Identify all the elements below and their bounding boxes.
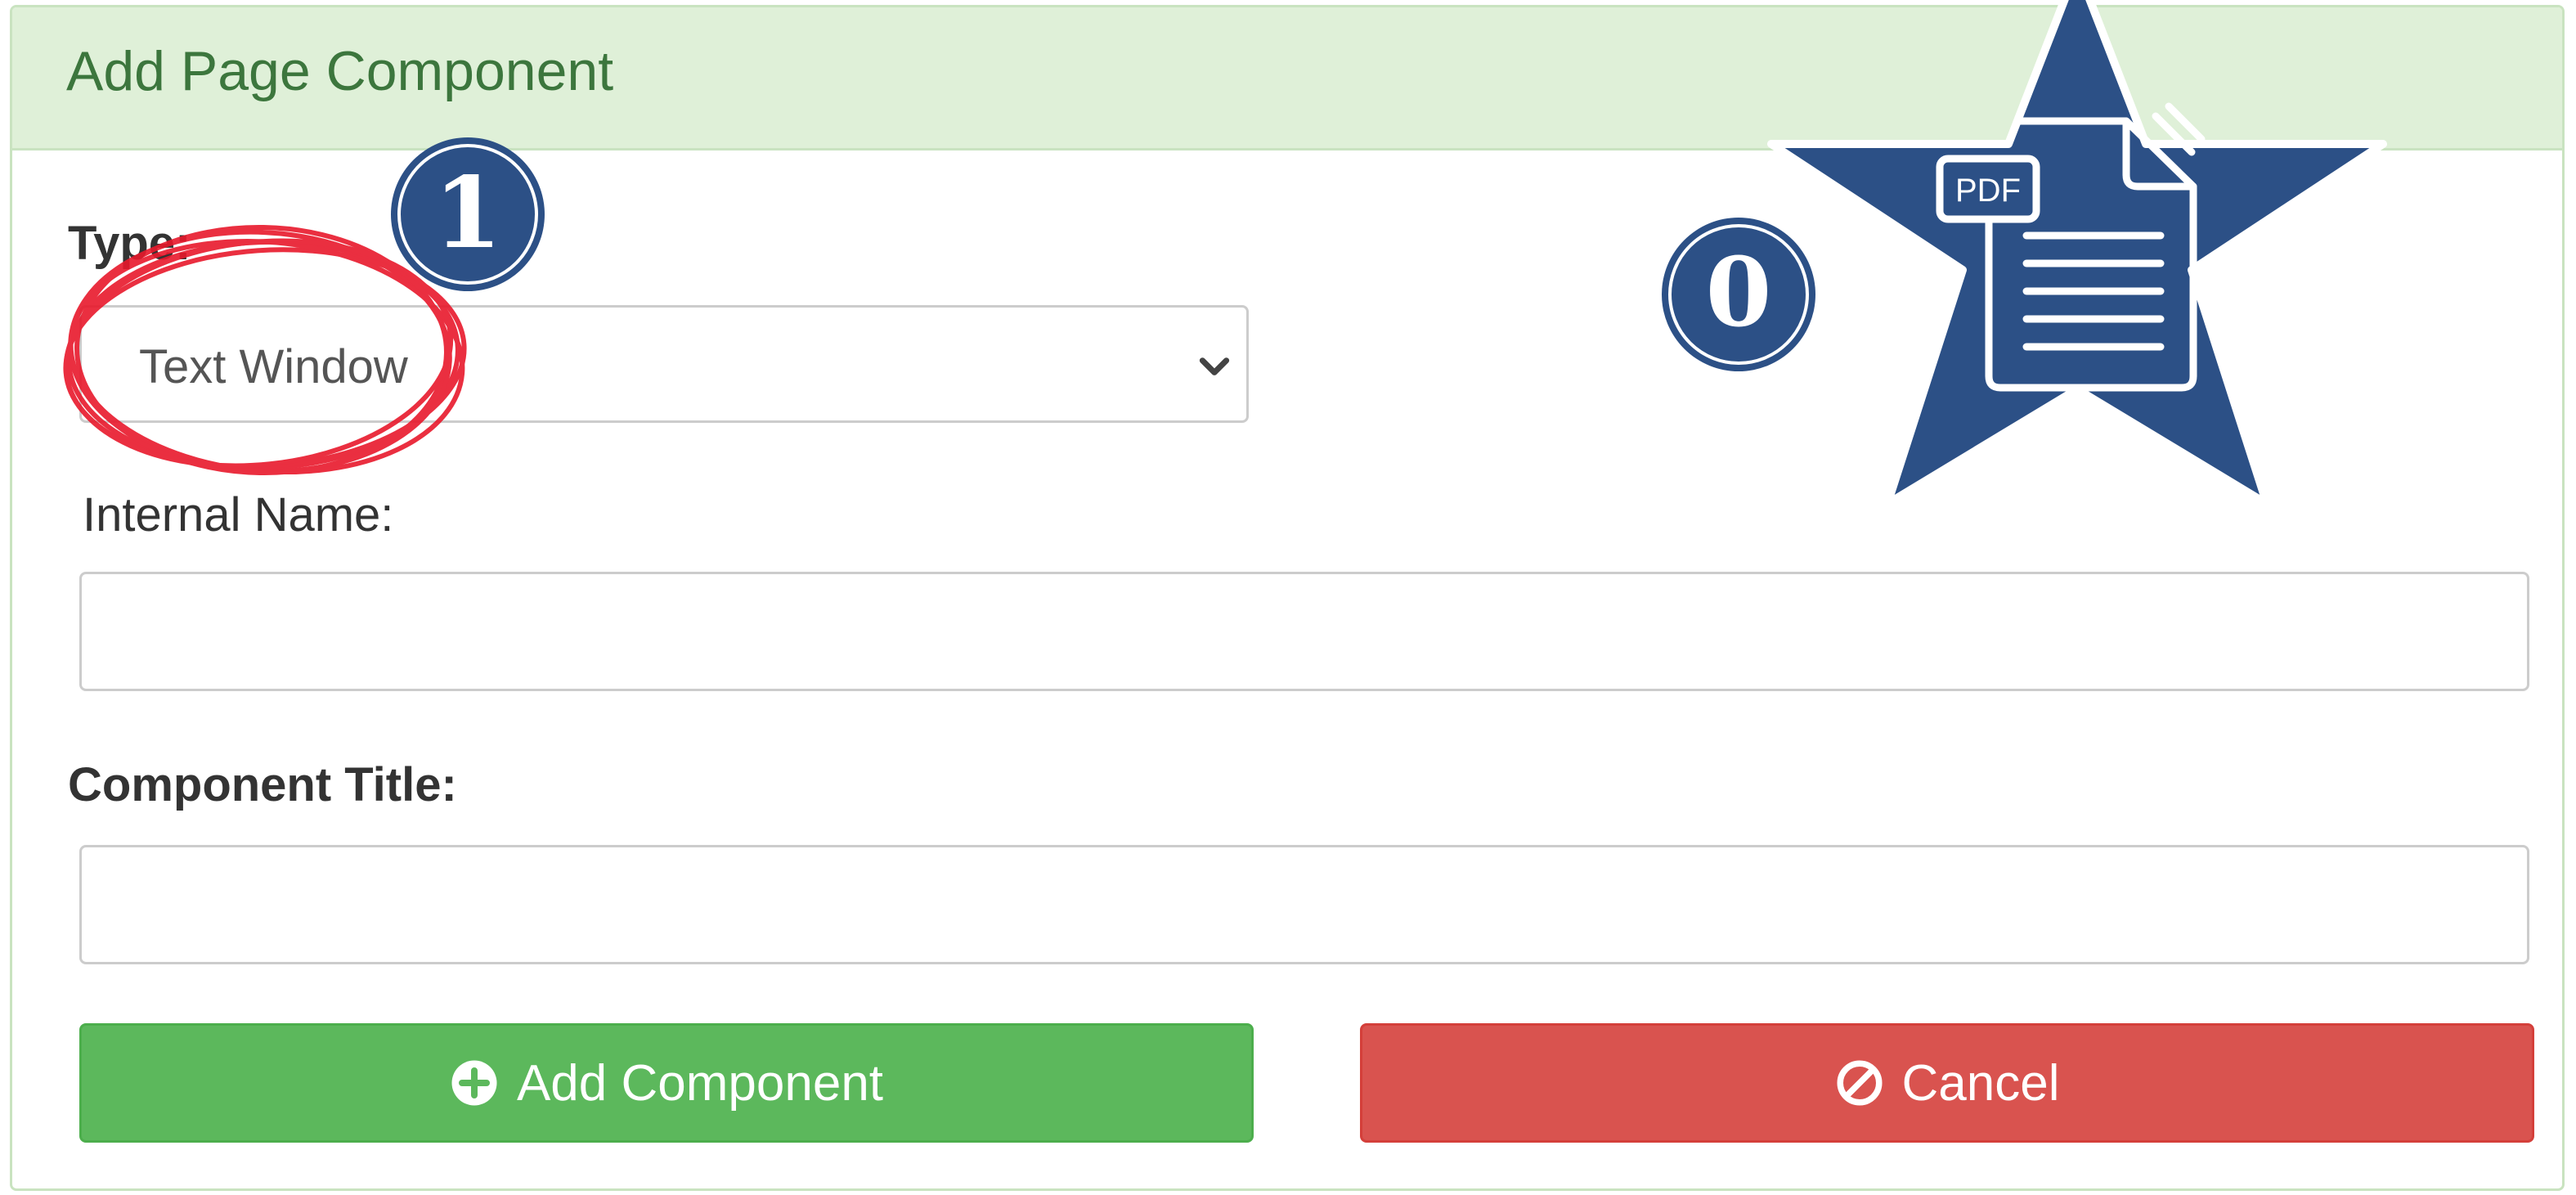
plus-circle-icon (451, 1060, 497, 1106)
add-component-label: Add Component (516, 1054, 884, 1112)
chevron-down-icon (1199, 357, 1230, 375)
component-title-label: Component Title: (68, 758, 457, 811)
add-component-panel: Add Page Component Type: Text Window Int… (10, 5, 2565, 1191)
type-select-value: Text Window (139, 340, 408, 393)
type-select[interactable]: Text Window (79, 305, 1249, 423)
internal-name-label: Internal Name: (83, 488, 394, 541)
cancel-button[interactable]: Cancel (1360, 1023, 2534, 1143)
panel-title: Add Page Component (66, 40, 614, 102)
type-label: Type: (68, 217, 191, 270)
ban-icon (1837, 1060, 1882, 1106)
add-component-button[interactable]: Add Component (79, 1023, 1254, 1143)
component-title-input[interactable] (79, 845, 2529, 964)
internal-name-input[interactable] (79, 572, 2529, 691)
cancel-label: Cancel (1901, 1054, 2060, 1112)
panel-header: Add Page Component (12, 7, 2562, 150)
